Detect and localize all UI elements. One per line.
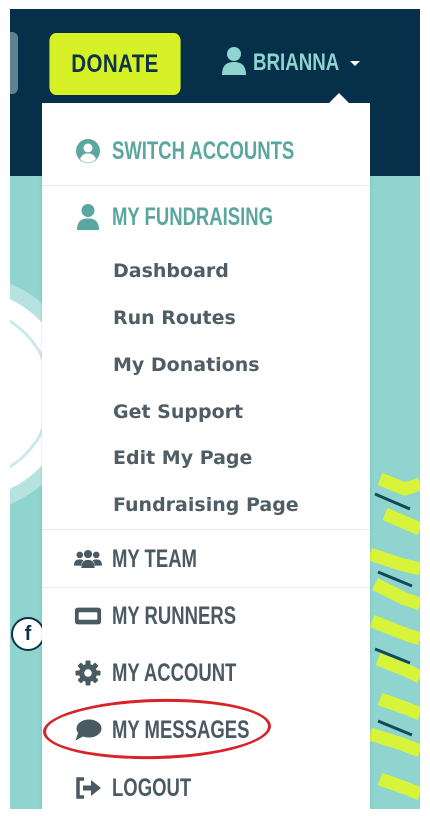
submenu-item-fundraising-page[interactable]: Fundraising Page xyxy=(113,488,299,522)
dropdown-pointer xyxy=(329,93,349,103)
users-icon xyxy=(74,545,102,573)
id-card-icon xyxy=(74,602,102,630)
submenu-item-my-donations[interactable]: My Donations xyxy=(113,348,260,382)
submenu-item-run-routes[interactable]: Run Routes xyxy=(113,301,236,335)
menu-item-label: MY FUNDRAISING xyxy=(112,202,274,231)
menu-item-label: MY ACCOUNT xyxy=(112,658,237,687)
submenu-item-edit-my-page[interactable]: Edit My Page xyxy=(113,441,252,475)
submenu-item-get-support[interactable]: Get Support xyxy=(113,395,243,429)
menu-item-label: SWITCH ACCOUNTS xyxy=(112,136,295,165)
submenu-item-dashboard[interactable]: Dashboard xyxy=(113,254,229,288)
menu-item-my-fundraising[interactable]: MY FUNDRAISING xyxy=(42,189,370,245)
menu-divider xyxy=(42,185,370,186)
menu-item-label: LOGOUT xyxy=(112,773,192,802)
menu-item-label: MY TEAM xyxy=(112,544,197,573)
menu-item-my-runners[interactable]: MY RUNNERS xyxy=(42,588,370,644)
menu-item-label: MY RUNNERS xyxy=(112,601,237,630)
sign-out-icon xyxy=(74,774,102,802)
menu-item-switch-accounts[interactable]: SWITCH ACCOUNTS xyxy=(42,123,370,179)
user-icon xyxy=(74,203,102,231)
user-circle-icon xyxy=(74,137,102,165)
gear-icon xyxy=(74,659,102,687)
facebook-icon[interactable]: f xyxy=(11,617,45,651)
menu-item-my-team[interactable]: MY TEAM xyxy=(42,531,370,587)
menu-item-logout[interactable]: LOGOUT xyxy=(42,760,370,809)
menu-divider xyxy=(42,529,370,530)
app-viewport: DONATE BRIANNA f SWITCH ACCOUNTS MY FUND… xyxy=(10,9,420,809)
menu-item-my-account[interactable]: MY ACCOUNT xyxy=(42,645,370,701)
